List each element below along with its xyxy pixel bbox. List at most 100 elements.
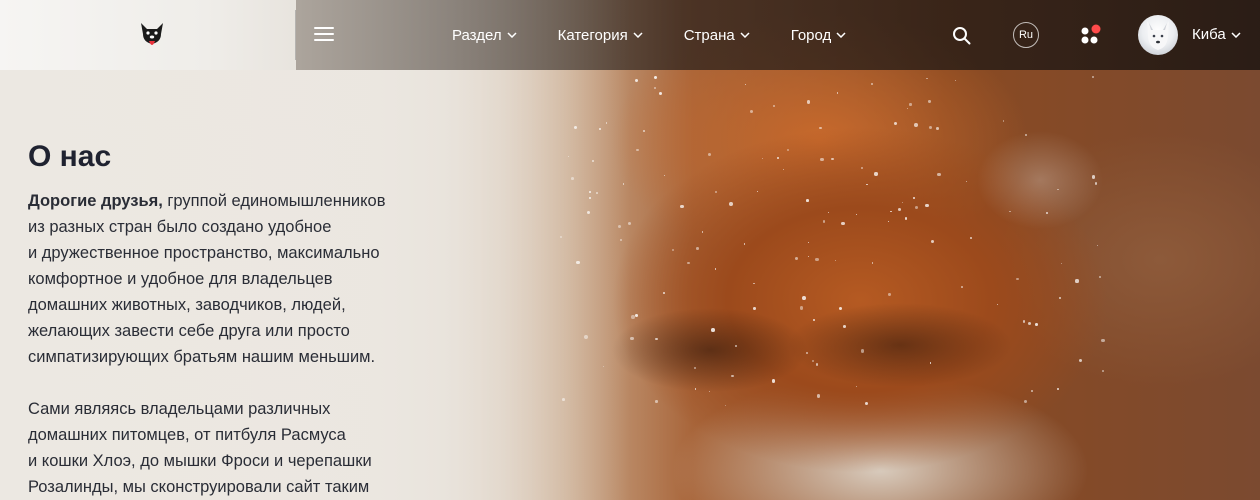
nav-item-category[interactable]: Категория — [558, 27, 643, 44]
chevron-down-icon — [836, 32, 846, 38]
snowflake — [1056, 387, 1059, 390]
user-menu[interactable]: Киба — [1192, 26, 1241, 43]
text-line: желающих завести себе друга или просто — [28, 322, 350, 340]
snowflake — [928, 100, 931, 103]
page-title: О нас — [28, 140, 112, 173]
chevron-down-icon — [633, 32, 643, 38]
snowflake — [827, 211, 829, 213]
logo-dog-icon[interactable] — [138, 20, 166, 50]
top-navigation-bar: Раздел Категория Страна Город Ru Киба — [0, 0, 1260, 70]
nav-item-country[interactable]: Страна — [684, 27, 750, 44]
snowflake — [815, 362, 819, 366]
text-line: и дружественное пространство, максимальн… — [28, 244, 380, 262]
text-fragment: группой единомышленников — [162, 192, 386, 210]
snowflake — [573, 125, 577, 130]
snowflake — [888, 293, 891, 296]
text-line: из разных стран было создано удобное — [28, 218, 332, 236]
snowflake — [586, 211, 590, 215]
avatar[interactable] — [1138, 15, 1178, 55]
snowflake — [1024, 133, 1027, 136]
snowflake — [1091, 75, 1094, 78]
text-line: домашних питомцев, от питбуля Расмуса — [28, 426, 346, 444]
chevron-down-icon — [740, 32, 750, 38]
snowflake — [636, 148, 639, 152]
header-divider — [295, 10, 296, 60]
snowflake — [926, 77, 928, 79]
snowflake — [643, 130, 645, 133]
snowflake — [904, 217, 907, 220]
snowflake — [599, 128, 601, 130]
text-line: и кошки Хлоэ, до мышки Фроси и черепашки — [28, 452, 372, 470]
snowflake — [936, 127, 939, 130]
snowflake — [842, 325, 846, 329]
main-nav: Раздел Категория Страна Город — [452, 0, 887, 70]
chevron-down-icon — [1231, 31, 1241, 38]
snowflake — [786, 148, 789, 151]
snowflake — [771, 379, 775, 383]
snowflake — [584, 334, 589, 339]
search-icon[interactable] — [952, 26, 971, 45]
hamburger-menu-icon[interactable] — [314, 27, 334, 43]
snowflake — [805, 351, 809, 355]
username-label: Киба — [1192, 26, 1226, 43]
snowflake — [1016, 277, 1019, 281]
snowflake — [753, 307, 757, 310]
snowflake — [731, 374, 734, 378]
snowflake — [865, 401, 869, 405]
snowflake — [1027, 321, 1031, 325]
text-line: Дорогие друзья, группой единомышленников — [28, 188, 428, 214]
snowflake — [562, 397, 565, 401]
snowflake — [711, 327, 715, 332]
snowflake — [831, 157, 834, 160]
snowflake — [635, 313, 638, 317]
snowflake — [714, 268, 717, 270]
snowflake — [588, 191, 591, 194]
snowflake — [1098, 276, 1101, 279]
nav-item-section[interactable]: Раздел — [452, 27, 517, 44]
snowflake — [928, 125, 932, 129]
snowflake — [1091, 175, 1096, 179]
snowflake — [870, 82, 873, 85]
snowflake — [680, 204, 684, 208]
about-section: О нас Дорогие друзья, группой единомышле… — [28, 140, 428, 500]
snowflake — [1060, 262, 1062, 264]
notification-dot — [1091, 24, 1101, 34]
text-line: комфортное и удобное для владельцев — [28, 270, 333, 288]
snowflake — [1102, 369, 1104, 372]
snowflake — [1045, 211, 1048, 214]
snowflake — [756, 190, 759, 192]
snowflake — [819, 126, 822, 130]
apps-icon[interactable] — [1080, 24, 1104, 46]
snowflake — [822, 220, 825, 223]
snowflake — [570, 177, 574, 181]
snowflake — [909, 103, 912, 106]
snowflake — [1094, 182, 1098, 185]
snowflake — [782, 168, 784, 170]
nav-item-label: Категория — [557, 26, 628, 44]
snowflake — [937, 172, 941, 177]
snowflake — [724, 404, 726, 406]
snowflake — [1100, 338, 1105, 343]
nav-item-label: Страна — [683, 26, 735, 44]
text-line: домашних животных, заводчиков, людей, — [28, 296, 346, 314]
snowflake — [914, 123, 918, 128]
nav-item-label: Город — [790, 26, 832, 44]
language-switch-button[interactable]: Ru — [1013, 22, 1039, 48]
snowflake — [617, 224, 622, 228]
snowflake — [965, 180, 967, 182]
husky-avatar-image — [1147, 21, 1169, 50]
snowflake — [871, 262, 873, 264]
snowflake — [816, 394, 821, 398]
about-paragraph-1: Дорогие друзья, группой единомышленников… — [28, 188, 428, 370]
snowflake — [841, 221, 845, 226]
snowflake — [794, 256, 798, 260]
snowflake — [654, 87, 656, 89]
snowflake — [820, 157, 824, 162]
snowflake — [1030, 389, 1033, 392]
snowflake — [812, 318, 815, 321]
snowflake — [595, 192, 598, 195]
snowflake — [874, 172, 878, 176]
snowflake — [901, 201, 903, 204]
snowflake — [1002, 120, 1005, 122]
nav-item-city[interactable]: Город — [791, 27, 847, 44]
